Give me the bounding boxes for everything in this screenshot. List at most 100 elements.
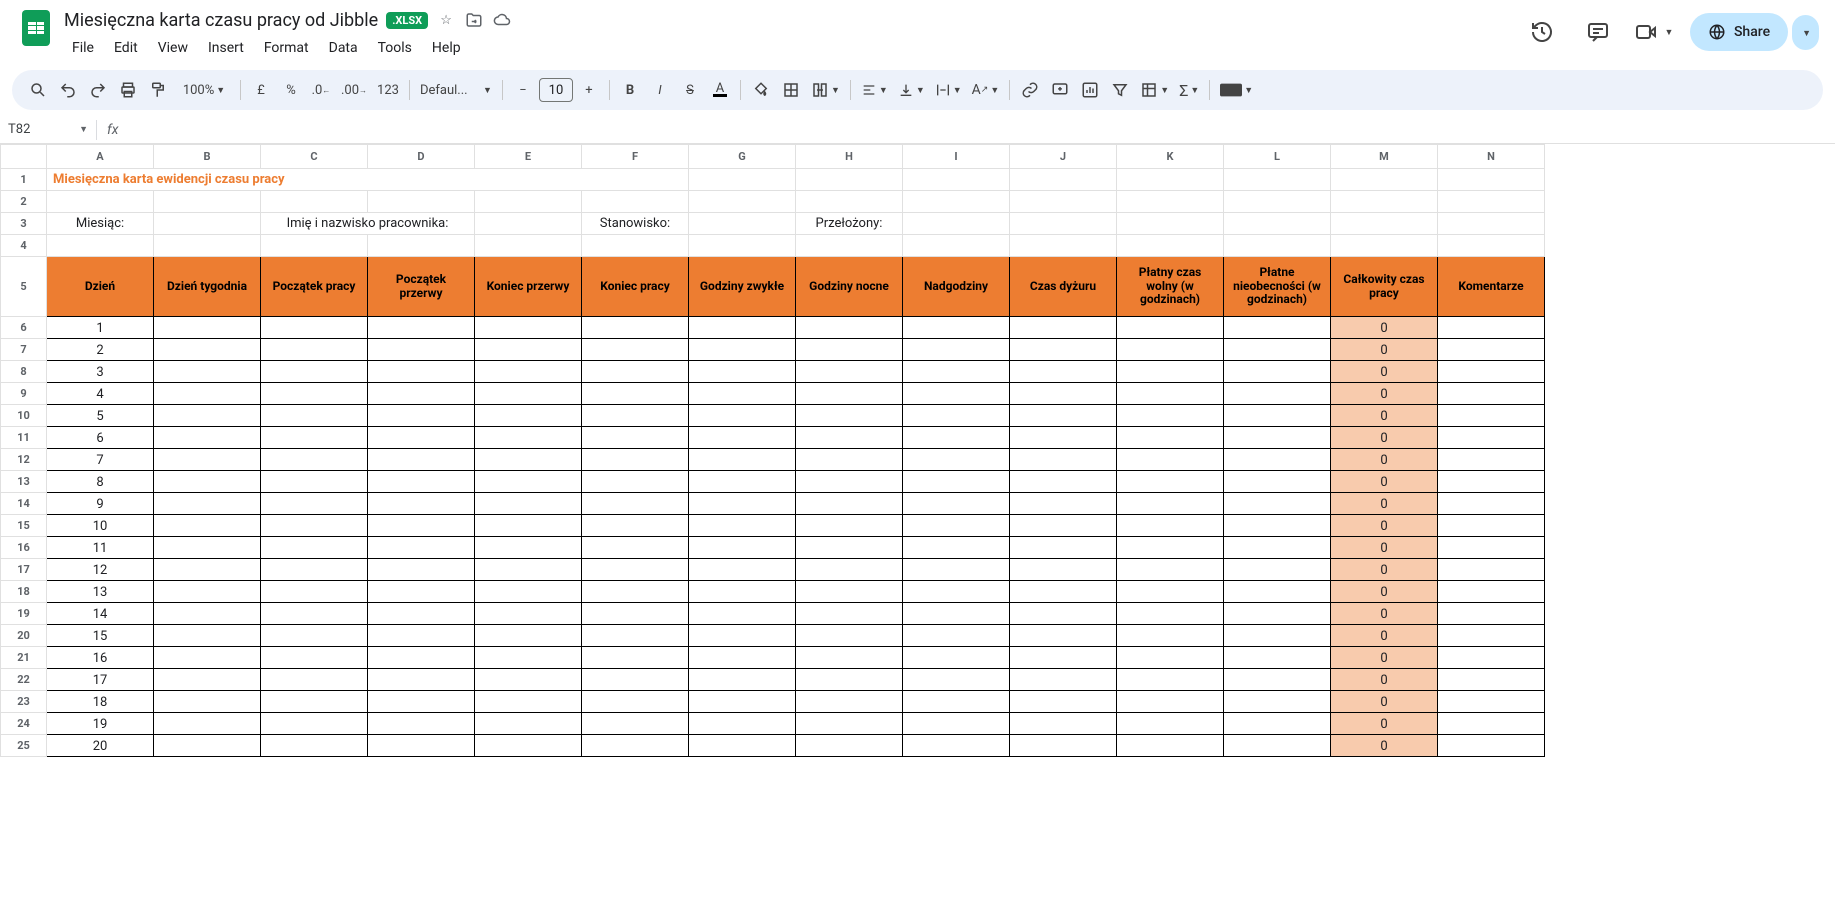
- cell[interactable]: [1224, 713, 1331, 735]
- cell[interactable]: Nadgodziny: [903, 257, 1010, 317]
- row-header[interactable]: 15: [1, 515, 47, 537]
- cell[interactable]: [1010, 647, 1117, 669]
- currency-icon[interactable]: £: [247, 76, 275, 104]
- cell[interactable]: 0: [1331, 647, 1438, 669]
- font-select[interactable]: Defaul...▼: [416, 76, 496, 104]
- cell[interactable]: [582, 515, 689, 537]
- cell[interactable]: [1438, 647, 1545, 669]
- cell[interactable]: [154, 361, 261, 383]
- row-header[interactable]: 23: [1, 691, 47, 713]
- merge-icon[interactable]: ▼: [807, 76, 844, 104]
- cell[interactable]: [154, 581, 261, 603]
- cell[interactable]: [1224, 735, 1331, 757]
- cell[interactable]: [1438, 515, 1545, 537]
- cell[interactable]: [582, 713, 689, 735]
- menu-tools[interactable]: Tools: [370, 36, 420, 60]
- cell[interactable]: Dzień tygodnia: [154, 257, 261, 317]
- cell[interactable]: [1010, 317, 1117, 339]
- text-color-icon[interactable]: A: [706, 76, 734, 104]
- cell[interactable]: [154, 449, 261, 471]
- cell[interactable]: [475, 669, 582, 691]
- cell[interactable]: [475, 493, 582, 515]
- cell[interactable]: 15: [47, 625, 154, 647]
- col-header[interactable]: K: [1117, 145, 1224, 169]
- cell[interactable]: [1010, 735, 1117, 757]
- cell[interactable]: [368, 515, 475, 537]
- cell[interactable]: [1438, 471, 1545, 493]
- cell[interactable]: [903, 493, 1010, 515]
- cell[interactable]: [689, 449, 796, 471]
- col-header[interactable]: A: [47, 145, 154, 169]
- cell[interactable]: 0: [1331, 383, 1438, 405]
- cell[interactable]: Całkowity czas pracy: [1331, 257, 1438, 317]
- cell[interactable]: [368, 191, 475, 213]
- cell[interactable]: [1438, 449, 1545, 471]
- cell[interactable]: [796, 361, 903, 383]
- cell[interactable]: 5: [47, 405, 154, 427]
- cell[interactable]: [1438, 493, 1545, 515]
- cell[interactable]: [689, 471, 796, 493]
- cell[interactable]: [1438, 603, 1545, 625]
- cell[interactable]: [1224, 361, 1331, 383]
- cell[interactable]: [368, 669, 475, 691]
- cell[interactable]: [1010, 691, 1117, 713]
- row-header[interactable]: 10: [1, 405, 47, 427]
- row-header[interactable]: 8: [1, 361, 47, 383]
- cell[interactable]: [368, 317, 475, 339]
- cell[interactable]: [1117, 691, 1224, 713]
- cell[interactable]: [582, 471, 689, 493]
- cell[interactable]: [154, 735, 261, 757]
- cell[interactable]: [154, 515, 261, 537]
- cell[interactable]: [154, 493, 261, 515]
- cell[interactable]: [1438, 625, 1545, 647]
- cell[interactable]: [1117, 405, 1224, 427]
- filter-icon[interactable]: [1106, 76, 1134, 104]
- cell[interactable]: [154, 471, 261, 493]
- cell[interactable]: [368, 647, 475, 669]
- redo-icon[interactable]: [84, 76, 112, 104]
- cell[interactable]: 0: [1331, 735, 1438, 757]
- cell[interactable]: [1438, 581, 1545, 603]
- comments-icon[interactable]: [1578, 12, 1618, 52]
- cell[interactable]: [1010, 493, 1117, 515]
- cell[interactable]: [1117, 581, 1224, 603]
- cell[interactable]: [261, 405, 368, 427]
- cell[interactable]: [903, 713, 1010, 735]
- cell[interactable]: [689, 339, 796, 361]
- cell[interactable]: [1438, 361, 1545, 383]
- cell[interactable]: [261, 317, 368, 339]
- cell[interactable]: [261, 669, 368, 691]
- cell[interactable]: [368, 603, 475, 625]
- cell[interactable]: [368, 339, 475, 361]
- halign-icon[interactable]: ▼: [857, 76, 892, 104]
- menu-format[interactable]: Format: [256, 36, 317, 60]
- cell[interactable]: [261, 471, 368, 493]
- cell[interactable]: [689, 427, 796, 449]
- cell[interactable]: [903, 471, 1010, 493]
- cell[interactable]: [475, 383, 582, 405]
- row-header[interactable]: 16: [1, 537, 47, 559]
- decrease-decimal-icon[interactable]: .0←: [307, 76, 335, 104]
- spreadsheet-grid[interactable]: ABCDEFGHIJKLMN1Miesięczna karta ewidencj…: [0, 144, 1545, 757]
- cell[interactable]: [368, 581, 475, 603]
- cell[interactable]: [1224, 317, 1331, 339]
- cell[interactable]: [1117, 647, 1224, 669]
- cell[interactable]: [261, 191, 368, 213]
- row-header[interactable]: 24: [1, 713, 47, 735]
- cell[interactable]: Dzień: [47, 257, 154, 317]
- cell[interactable]: [582, 427, 689, 449]
- cell[interactable]: [261, 493, 368, 515]
- cell[interactable]: [582, 559, 689, 581]
- cell[interactable]: [261, 559, 368, 581]
- cell[interactable]: [1438, 427, 1545, 449]
- row-header[interactable]: 7: [1, 339, 47, 361]
- cell[interactable]: [903, 691, 1010, 713]
- cell[interactable]: [261, 383, 368, 405]
- cell[interactable]: 0: [1331, 317, 1438, 339]
- cell[interactable]: 2: [47, 339, 154, 361]
- italic-icon[interactable]: I: [646, 76, 674, 104]
- cell[interactable]: [582, 669, 689, 691]
- cell[interactable]: [689, 669, 796, 691]
- cloud-icon[interactable]: [492, 10, 512, 30]
- cell[interactable]: [1010, 625, 1117, 647]
